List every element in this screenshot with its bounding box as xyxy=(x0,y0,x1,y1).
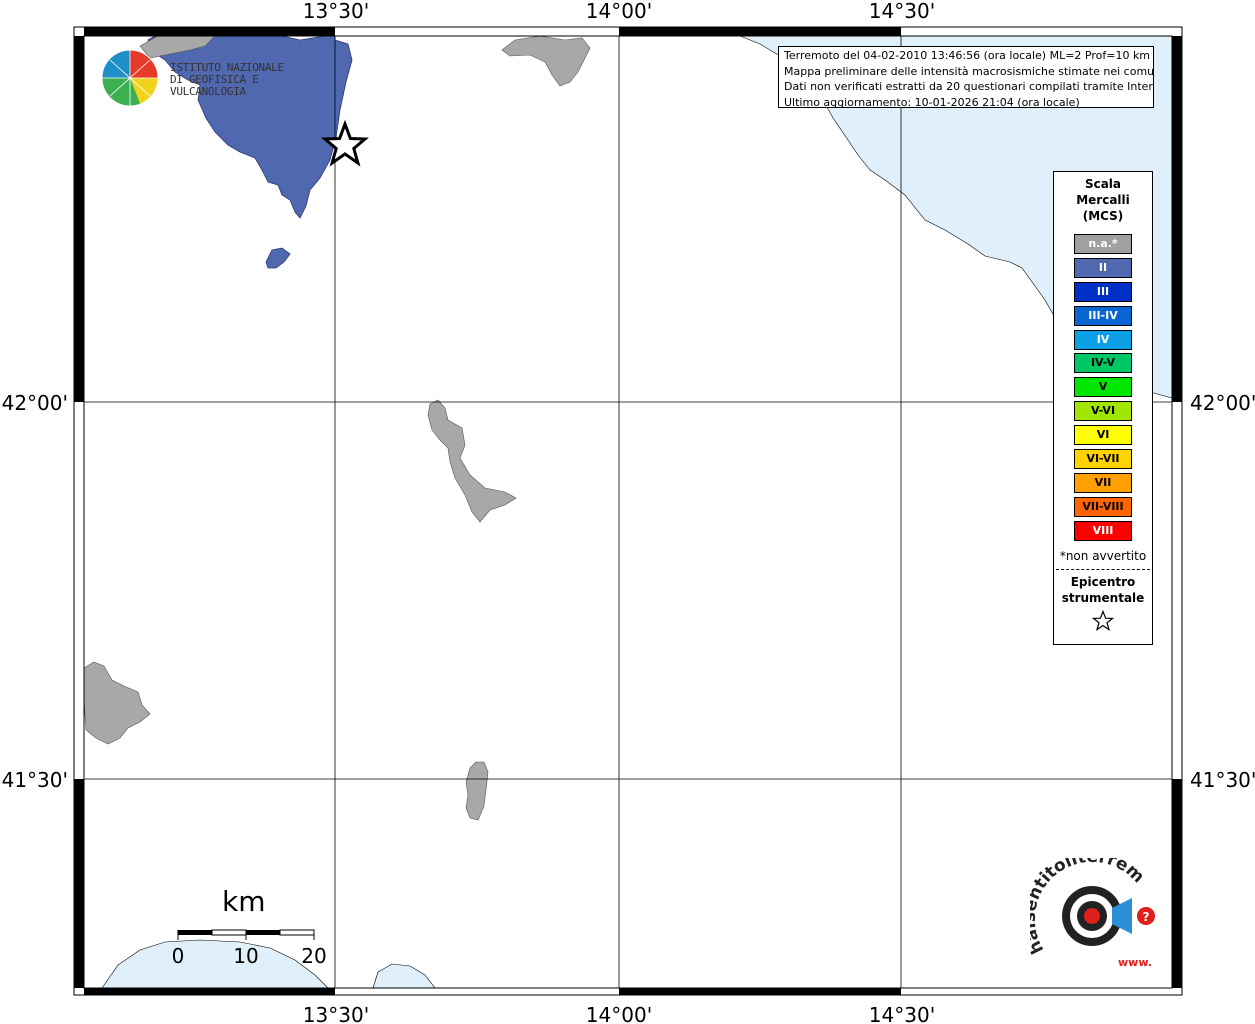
scale-tick-0: 0 xyxy=(172,944,185,968)
info-line-updated: Ultimo aggiornamento: 10-01-2026 21:04 (… xyxy=(784,95,1080,108)
land-island-ventotene xyxy=(465,761,489,821)
legend-item-12: VIII xyxy=(1074,520,1132,541)
sea-bottom-left xyxy=(101,939,329,989)
legend-epicenter: Epicentro strumentale xyxy=(1054,574,1152,606)
legend-item-9: VI-VII xyxy=(1074,449,1132,470)
hst-www: www. xyxy=(1118,956,1152,969)
legend-item-10: VII xyxy=(1074,472,1132,493)
lat-label-left-2: 41°30' xyxy=(2,768,68,792)
lat-label-right-2: 41°30' xyxy=(1190,768,1255,792)
legend-item-6: V xyxy=(1074,377,1132,398)
legend-star xyxy=(1054,609,1152,636)
lat-label-right-1: 42°00' xyxy=(1190,391,1255,415)
lon-label-bottom-3: 14°30' xyxy=(869,1003,935,1024)
legend-item-3: III-IV xyxy=(1074,305,1132,326)
land-island-ponza xyxy=(427,399,517,523)
legend-item-11: VII-VIII xyxy=(1074,496,1132,517)
legend-item-2: III xyxy=(1074,281,1132,302)
sea-bottom-middle xyxy=(372,963,436,989)
scale-bar-title: km xyxy=(222,885,266,918)
legend-item-8: VI xyxy=(1074,425,1132,446)
legend-item-7: V-VI xyxy=(1074,401,1132,422)
lon-label-top-2: 14°00' xyxy=(586,0,652,23)
legend-epicenter-line1: Epicentro xyxy=(1070,574,1136,589)
legend-title-line3: (MCS) xyxy=(1082,209,1124,223)
ingv-globe-icon xyxy=(101,49,159,107)
lon-label-top-3: 14°30' xyxy=(869,0,935,23)
lon-label-bottom-1: 13°30' xyxy=(303,1003,369,1024)
land-top-island xyxy=(501,35,591,87)
star-outline-icon xyxy=(1091,609,1115,631)
ingv-logo: ISTITUTO NAZIONALE DI GEOFISICA E VULCAN… xyxy=(100,46,315,110)
legend-title-line2: Mercalli xyxy=(1076,193,1130,207)
info-line-data-source: Dati non verificati estratti da 20 quest… xyxy=(784,80,1154,93)
info-line-event: Terremoto del 04-02-2010 13:46:56 (ora l… xyxy=(784,49,1151,62)
scale-tick-20: 20 xyxy=(301,944,326,968)
haisentitoilterremoto-logo: haisentitoilterremoto.it ? www. xyxy=(1020,843,1160,978)
scale-tick-10: 10 xyxy=(233,944,258,968)
hst-emblem-icon: haisentitoilterremoto.it ? www. xyxy=(1020,843,1155,969)
lon-label-top-1: 13°30' xyxy=(303,0,369,23)
land-island-ischia xyxy=(83,661,151,745)
legend-note: *non avvertito xyxy=(1059,548,1147,563)
earthquake-info-box: Terremoto del 04-02-2010 13:46:56 (ora l… xyxy=(778,46,1154,108)
legend-item-4: IV xyxy=(1074,329,1132,350)
mcs-legend: Scala Mercalli (MCS) n.a.* II III III-IV IV I… xyxy=(1053,171,1153,645)
lat-label-left-1: 42°00' xyxy=(2,391,68,415)
legend-item-1: II xyxy=(1074,257,1132,278)
ingv-name-line2: DI GEOFISICA E VULCANOLOGIA xyxy=(170,73,259,98)
ingv-name: ISTITUTO NAZIONALE DI GEOFISICA E VULCAN… xyxy=(170,62,315,98)
hst-question-mark: ? xyxy=(1143,910,1150,924)
legend-item-0: n.a.* xyxy=(1074,234,1132,254)
legend-item-5: IV-V xyxy=(1074,353,1132,374)
intensity-area-island xyxy=(265,247,291,269)
info-line-description: Mappa preliminare delle intensità macros… xyxy=(784,64,1154,78)
legend-title: Scala Mercalli (MCS) xyxy=(1054,176,1152,224)
legend-separator xyxy=(1056,568,1150,570)
legend-items: n.a.* II III III-IV IV IV-V V V-VI VI VI-VII VII VI… xyxy=(1054,234,1152,541)
lon-label-bottom-2: 14°00' xyxy=(586,1003,652,1024)
legend-epicenter-line2: strumentale xyxy=(1061,590,1145,605)
legend-title-line1: Scala xyxy=(1084,177,1122,191)
